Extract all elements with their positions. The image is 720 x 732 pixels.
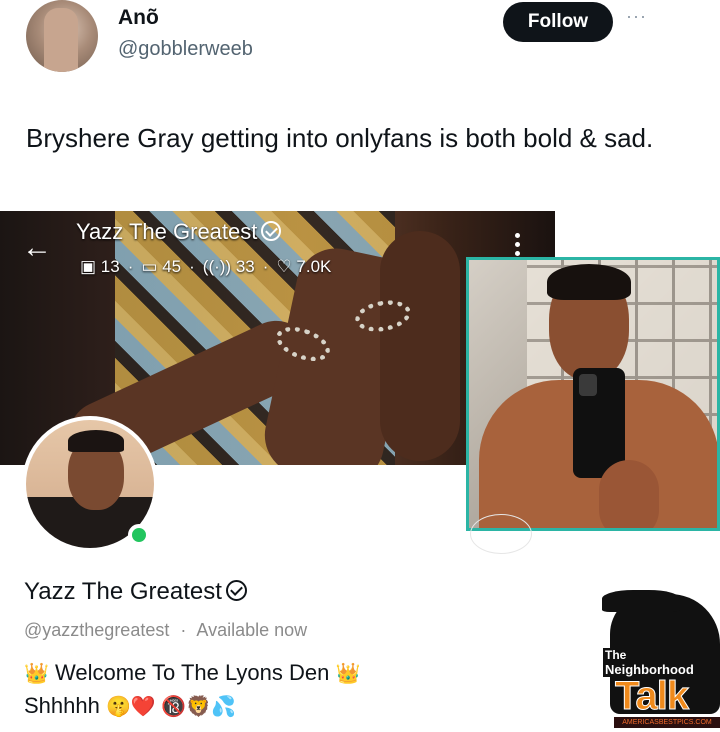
crown-icon: 👑 (335, 663, 361, 685)
tweet-text: Bryshere Gray getting into onlyfans is b… (26, 123, 654, 153)
videos-count: ▭ 45 (141, 257, 182, 276)
profile-handle-status: @yazzthegreatest · Available now (24, 620, 308, 640)
heart-icon: ♡ (276, 257, 292, 276)
photos-count: ▣ 13 (80, 257, 120, 276)
broadcast-icon: ((·)) (202, 257, 232, 276)
video-icon: ▭ (141, 257, 158, 276)
profile-bio-line-1: 👑 Welcome To The Lyons Den 👑 (24, 660, 361, 685)
verified-badge-icon (225, 580, 247, 601)
back-arrow-icon[interactable]: ← (22, 231, 52, 265)
watermark-talk: Talk (614, 674, 689, 718)
banner-more-icon[interactable] (515, 233, 521, 256)
author-display-name[interactable]: Anõ (118, 6, 159, 30)
verified-badge-icon (261, 221, 282, 241)
photo-icon: ▣ (80, 257, 97, 276)
profile-bio-line-2: Shhhhh 🤫❤️ 🔞🦁💦 (24, 693, 237, 718)
author-handle[interactable]: @gobblerweeb (118, 38, 253, 61)
faint-circle (470, 514, 532, 554)
crown-icon: 👑 (24, 663, 49, 685)
streams-count: ((·)) 33 (202, 257, 255, 276)
more-options-icon[interactable]: ··· (626, 6, 647, 27)
watermark-url: AMERICASBESTPICS.COM (614, 717, 720, 728)
bio-emoji-icons: 🤫❤️ 🔞🦁💦 (105, 696, 237, 718)
watermark-the: The (603, 648, 629, 662)
inset-selfie-photo (466, 257, 720, 531)
banner-profile-name: Yazz The Greatest (76, 219, 282, 245)
profile-stats: ▣ 13 · ▭ 45 · ((·)) 33 · ♡ 7.0K (80, 257, 332, 276)
online-status-dot (128, 524, 150, 546)
likes-count: ♡ 7.0K (276, 257, 332, 276)
profile-name: Yazz The Greatest (24, 578, 247, 606)
author-avatar[interactable] (26, 0, 98, 72)
follow-button[interactable]: Follow (503, 2, 613, 42)
